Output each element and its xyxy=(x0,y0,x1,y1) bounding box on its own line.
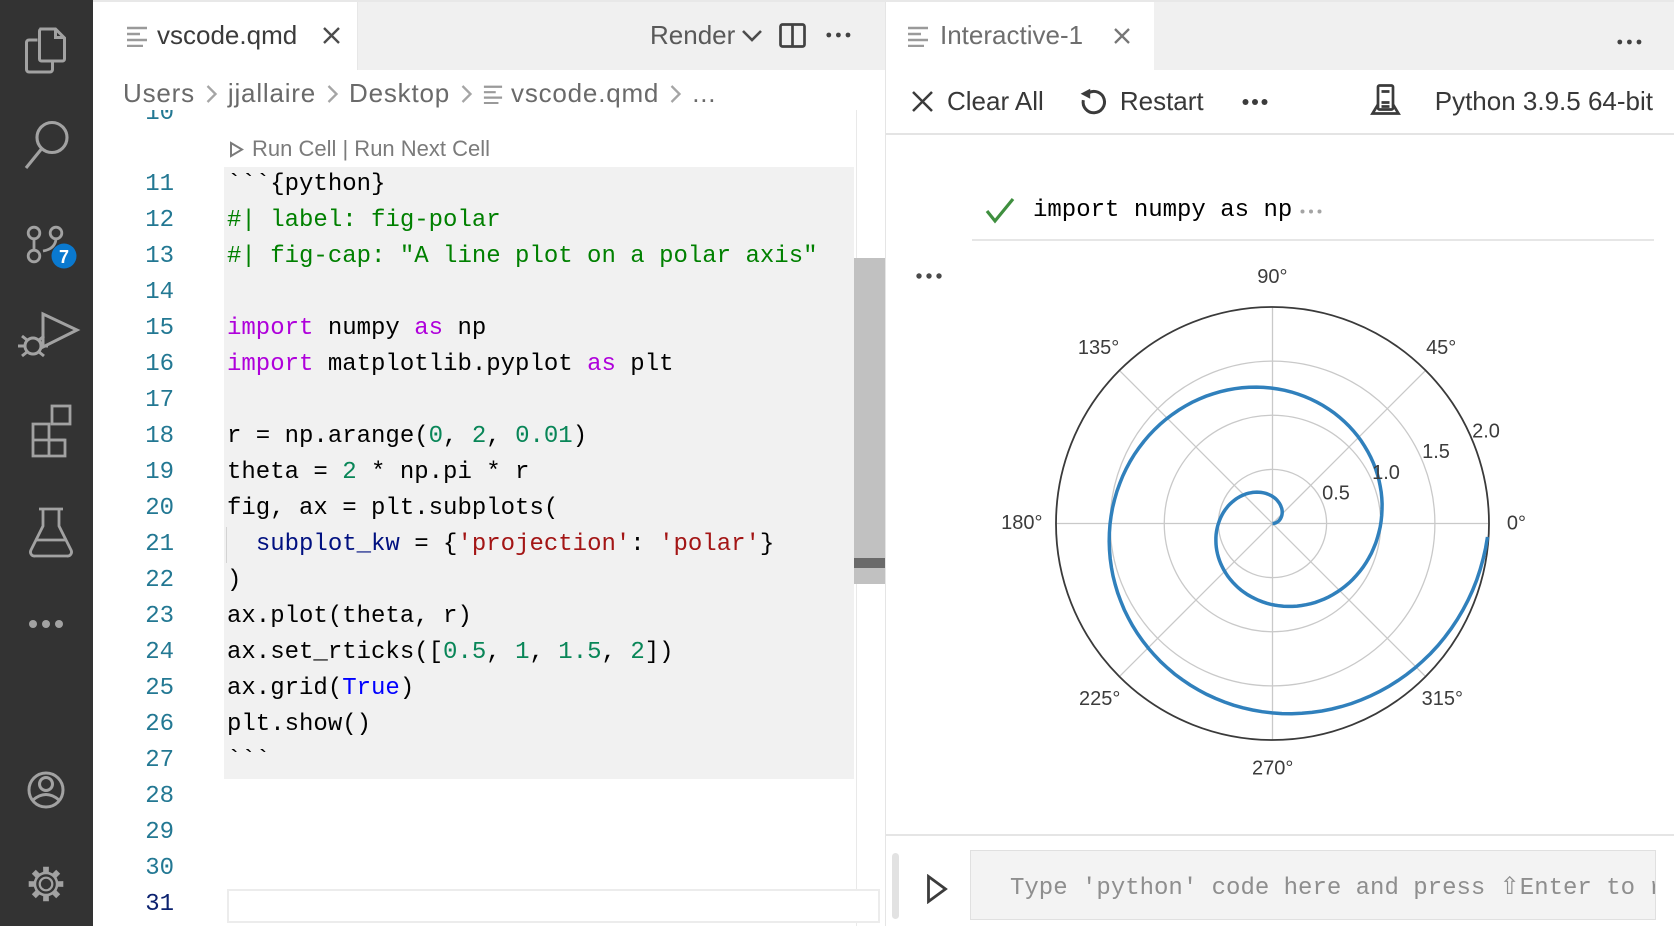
svg-text:0°: 0° xyxy=(1507,513,1526,535)
svg-text:7: 7 xyxy=(59,247,69,267)
svg-text:270°: 270° xyxy=(1252,758,1293,780)
svg-text:180°: 180° xyxy=(1001,512,1042,534)
svg-text:135°: 135° xyxy=(1078,337,1119,359)
svg-text:45°: 45° xyxy=(1426,337,1456,359)
svg-text:0.5: 0.5 xyxy=(1322,483,1350,505)
svg-text:2.0: 2.0 xyxy=(1472,421,1500,443)
svg-text:315°: 315° xyxy=(1422,688,1463,710)
svg-text:1.0: 1.0 xyxy=(1372,462,1400,484)
svg-text:225°: 225° xyxy=(1079,688,1120,710)
svg-text:90°: 90° xyxy=(1257,266,1287,288)
svg-text:1.5: 1.5 xyxy=(1422,441,1450,463)
